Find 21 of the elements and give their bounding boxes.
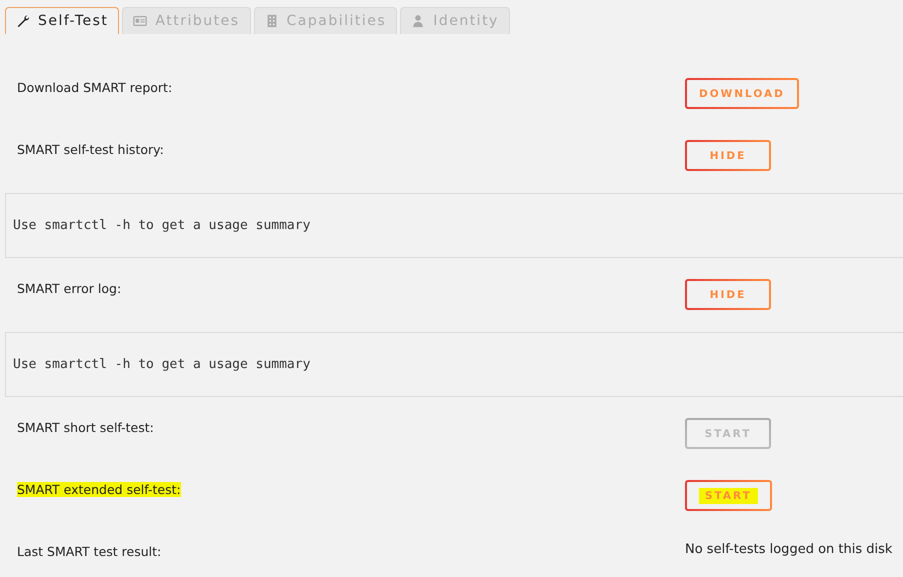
setting-label: Download SMART report: — [17, 80, 172, 95]
card-icon — [133, 14, 148, 28]
setting-label: SMART self-test history: — [17, 142, 164, 157]
tab[interactable]: Capabilities — [254, 7, 398, 34]
setting-label: Last SMART test result: — [17, 544, 162, 559]
console-output: Use smartctl -h to get a usage summary — [5, 193, 903, 258]
setting-label: SMART extended self-test: — [17, 482, 181, 497]
result-text: No self-tests logged on this disk — [685, 542, 894, 559]
action-button[interactable]: HIDE — [685, 279, 771, 310]
tab[interactable]: Attributes — [122, 7, 251, 34]
setting-label: SMART error log: — [17, 281, 122, 296]
building-icon — [264, 14, 279, 28]
download-button[interactable]: DOWNLOAD — [685, 78, 799, 109]
tab[interactable]: Identity — [400, 7, 510, 34]
action-button[interactable]: START — [685, 480, 772, 511]
setting-label: SMART short self-test: — [17, 420, 154, 435]
person-icon — [411, 14, 426, 28]
console-output: Use smartctl -h to get a usage summary — [5, 332, 903, 397]
tab[interactable]: Self-Test — [5, 7, 120, 34]
wrench-icon — [16, 14, 30, 28]
action-button[interactable]: HIDE — [685, 140, 771, 171]
